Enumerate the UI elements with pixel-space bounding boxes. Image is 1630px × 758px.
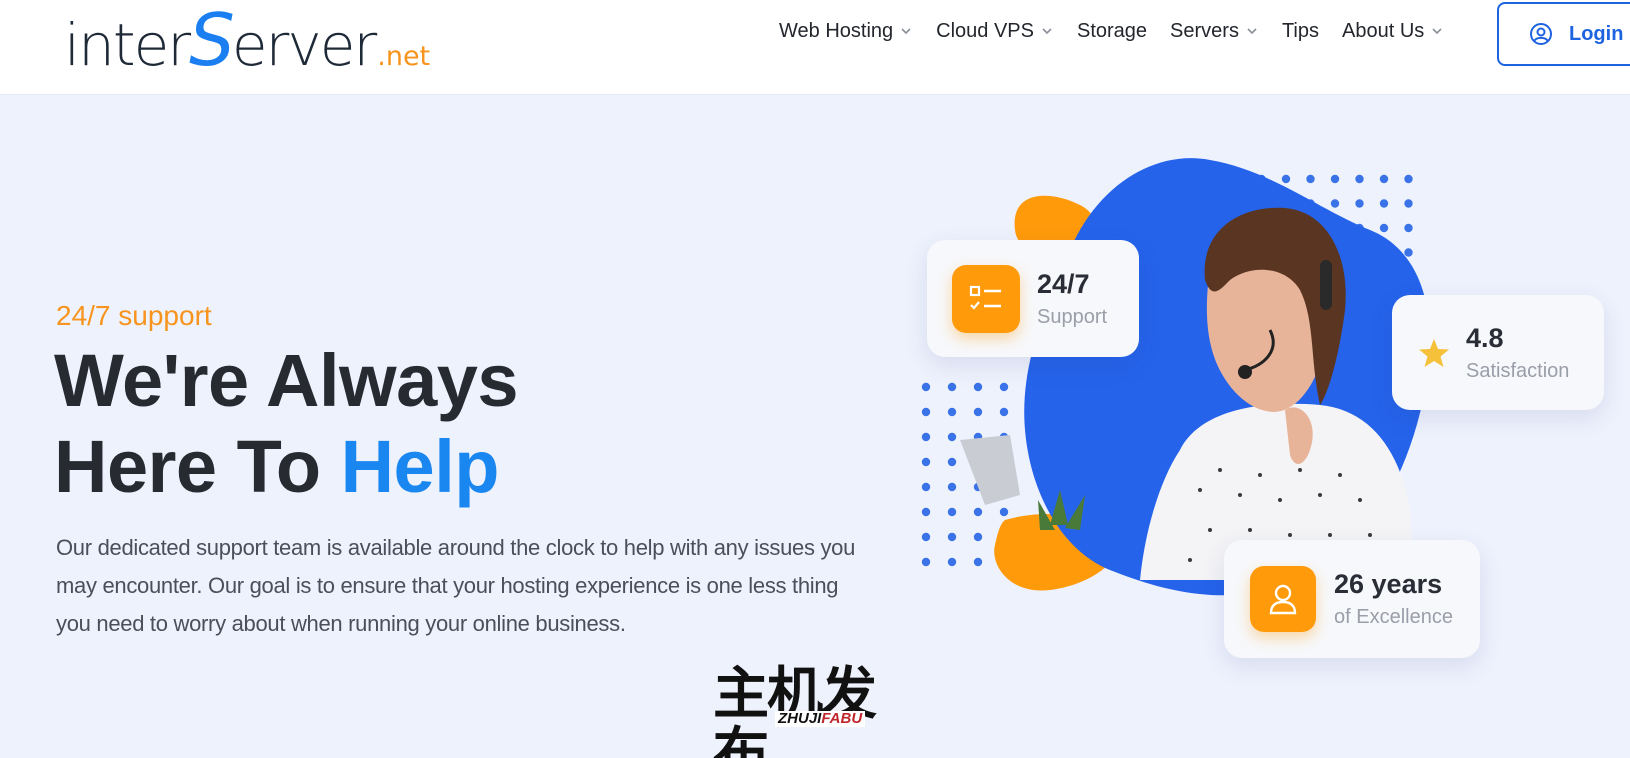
decor-dot	[1379, 199, 1389, 208]
decor-dot	[973, 557, 983, 567]
nav-cloud-vps-label: Cloud VPS	[936, 19, 1034, 42]
decor-dot	[973, 407, 983, 417]
watermark-latin-a: ZHUJI	[778, 710, 822, 727]
watermark-logo: 主机发布 ZHUJIFABU	[713, 665, 917, 758]
headline-line-2-prefix: Here To	[54, 425, 341, 508]
nav-storage[interactable]: Storage	[1077, 20, 1147, 43]
chevron-down-icon	[901, 28, 911, 35]
decor-dot	[999, 407, 1009, 417]
decor-dot	[947, 507, 957, 517]
hero-paragraph: Our dedicated support team is available …	[56, 535, 856, 636]
decor-dot	[973, 507, 983, 517]
laptop-shape	[960, 435, 1020, 505]
headline-line-2: Here To Help	[54, 424, 518, 510]
nav-about-us[interactable]: About Us	[1342, 20, 1444, 43]
nav-about-us-label: About Us	[1342, 19, 1425, 42]
login-button[interactable]: Login	[1497, 2, 1630, 66]
decor-dot	[1404, 174, 1413, 184]
nav-tips[interactable]: Tips	[1282, 20, 1319, 43]
chevron-down-icon	[1247, 28, 1257, 35]
decor-dot	[1330, 174, 1340, 184]
checklist-icon	[952, 264, 1020, 333]
decor-dot	[1404, 248, 1413, 257]
decor-dot	[947, 457, 957, 467]
stat-text-excellence: 26 years of Excellence	[1334, 569, 1453, 629]
decor-dot	[1379, 223, 1389, 233]
stat-text-support: 24/7 Support	[1037, 269, 1107, 329]
nav-web-hosting[interactable]: Web Hosting	[779, 20, 913, 43]
logo-text-net: .net	[377, 41, 431, 72]
stat-label-excellence: of Excellence	[1334, 606, 1453, 628]
stat-value-support: 24/7	[1037, 268, 1090, 299]
stat-value-excellence: 26 years	[1334, 569, 1443, 599]
decor-dot	[1355, 174, 1364, 184]
star-icon	[1419, 338, 1449, 367]
decor-dot	[921, 407, 931, 417]
decor-dot	[973, 382, 983, 392]
stat-value-satisfaction: 4.8	[1466, 322, 1504, 353]
watermark-latin-b: FABU	[821, 710, 863, 727]
decor-dot	[1330, 199, 1340, 208]
decor-dot	[921, 457, 931, 467]
stat-label-satisfaction: Satisfaction	[1466, 359, 1570, 382]
user-circle-icon	[1530, 23, 1552, 45]
decor-dot	[921, 532, 931, 542]
logo-text-s: S	[189, 0, 235, 82]
watermark-latin-text: ZHUJIFABU	[775, 710, 866, 727]
decor-dot	[1355, 199, 1364, 208]
decor-dot	[999, 507, 1009, 517]
decor-dot	[947, 482, 957, 492]
decor-dot	[921, 382, 931, 392]
decor-dot	[921, 507, 931, 517]
stat-card-satisfaction: 4.8 Satisfaction	[1392, 295, 1604, 410]
decor-dot	[1306, 174, 1315, 184]
login-label: Login	[1569, 22, 1624, 45]
hero-headline: We're Always Here To Help	[54, 338, 519, 510]
main-nav: Web Hosting Cloud VPS Storage Servers Ti…	[779, 16, 1467, 46]
logo-text-erver: erver	[231, 11, 377, 79]
stat-card-support: 24/7 Support	[927, 240, 1139, 357]
nav-web-hosting-label: Web Hosting	[779, 19, 894, 42]
decor-dot	[921, 482, 931, 492]
stat-card-excellence: 26 years of Excellence	[1224, 540, 1480, 658]
headline-accent-word: Help	[340, 425, 500, 508]
nav-servers[interactable]: Servers	[1170, 20, 1259, 43]
nav-servers-label: Servers	[1170, 19, 1239, 42]
support-illustration: 24/7 Support 4.8 Satisfaction 26 years o…	[900, 150, 1630, 658]
interserver-logo[interactable]: interServer.net	[64, 0, 430, 82]
decor-dot	[1281, 174, 1291, 184]
decor-dot	[1404, 199, 1413, 208]
decor-dot	[999, 382, 1009, 392]
decor-dot	[973, 532, 983, 542]
nav-storage-label: Storage	[1076, 19, 1148, 42]
decor-dot	[921, 432, 931, 442]
nav-tips-label: Tips	[1281, 19, 1319, 42]
nav-cloud-vps[interactable]: Cloud VPS	[936, 20, 1054, 43]
decor-dot	[947, 557, 957, 567]
hero-eyebrow: 24/7 support	[56, 300, 212, 331]
decor-dot	[947, 532, 957, 542]
stat-text-satisfaction: 4.8 Satisfaction	[1466, 323, 1569, 383]
user-icon	[1250, 566, 1316, 632]
decor-dot	[947, 432, 957, 442]
decor-dot	[921, 557, 931, 567]
chevron-down-icon	[1432, 28, 1442, 35]
decor-dot	[1404, 223, 1413, 233]
decor-dot	[947, 407, 957, 417]
chevron-down-icon	[1042, 28, 1052, 35]
decor-dot	[947, 382, 957, 392]
site-header: interServer.net Web Hosting Cloud VPS St…	[0, 0, 1630, 95]
headline-line-1: We're Always	[54, 339, 519, 422]
stat-label-support: Support	[1037, 305, 1108, 328]
logo-text-inter: inter	[64, 11, 191, 79]
decor-dot	[1379, 174, 1389, 184]
